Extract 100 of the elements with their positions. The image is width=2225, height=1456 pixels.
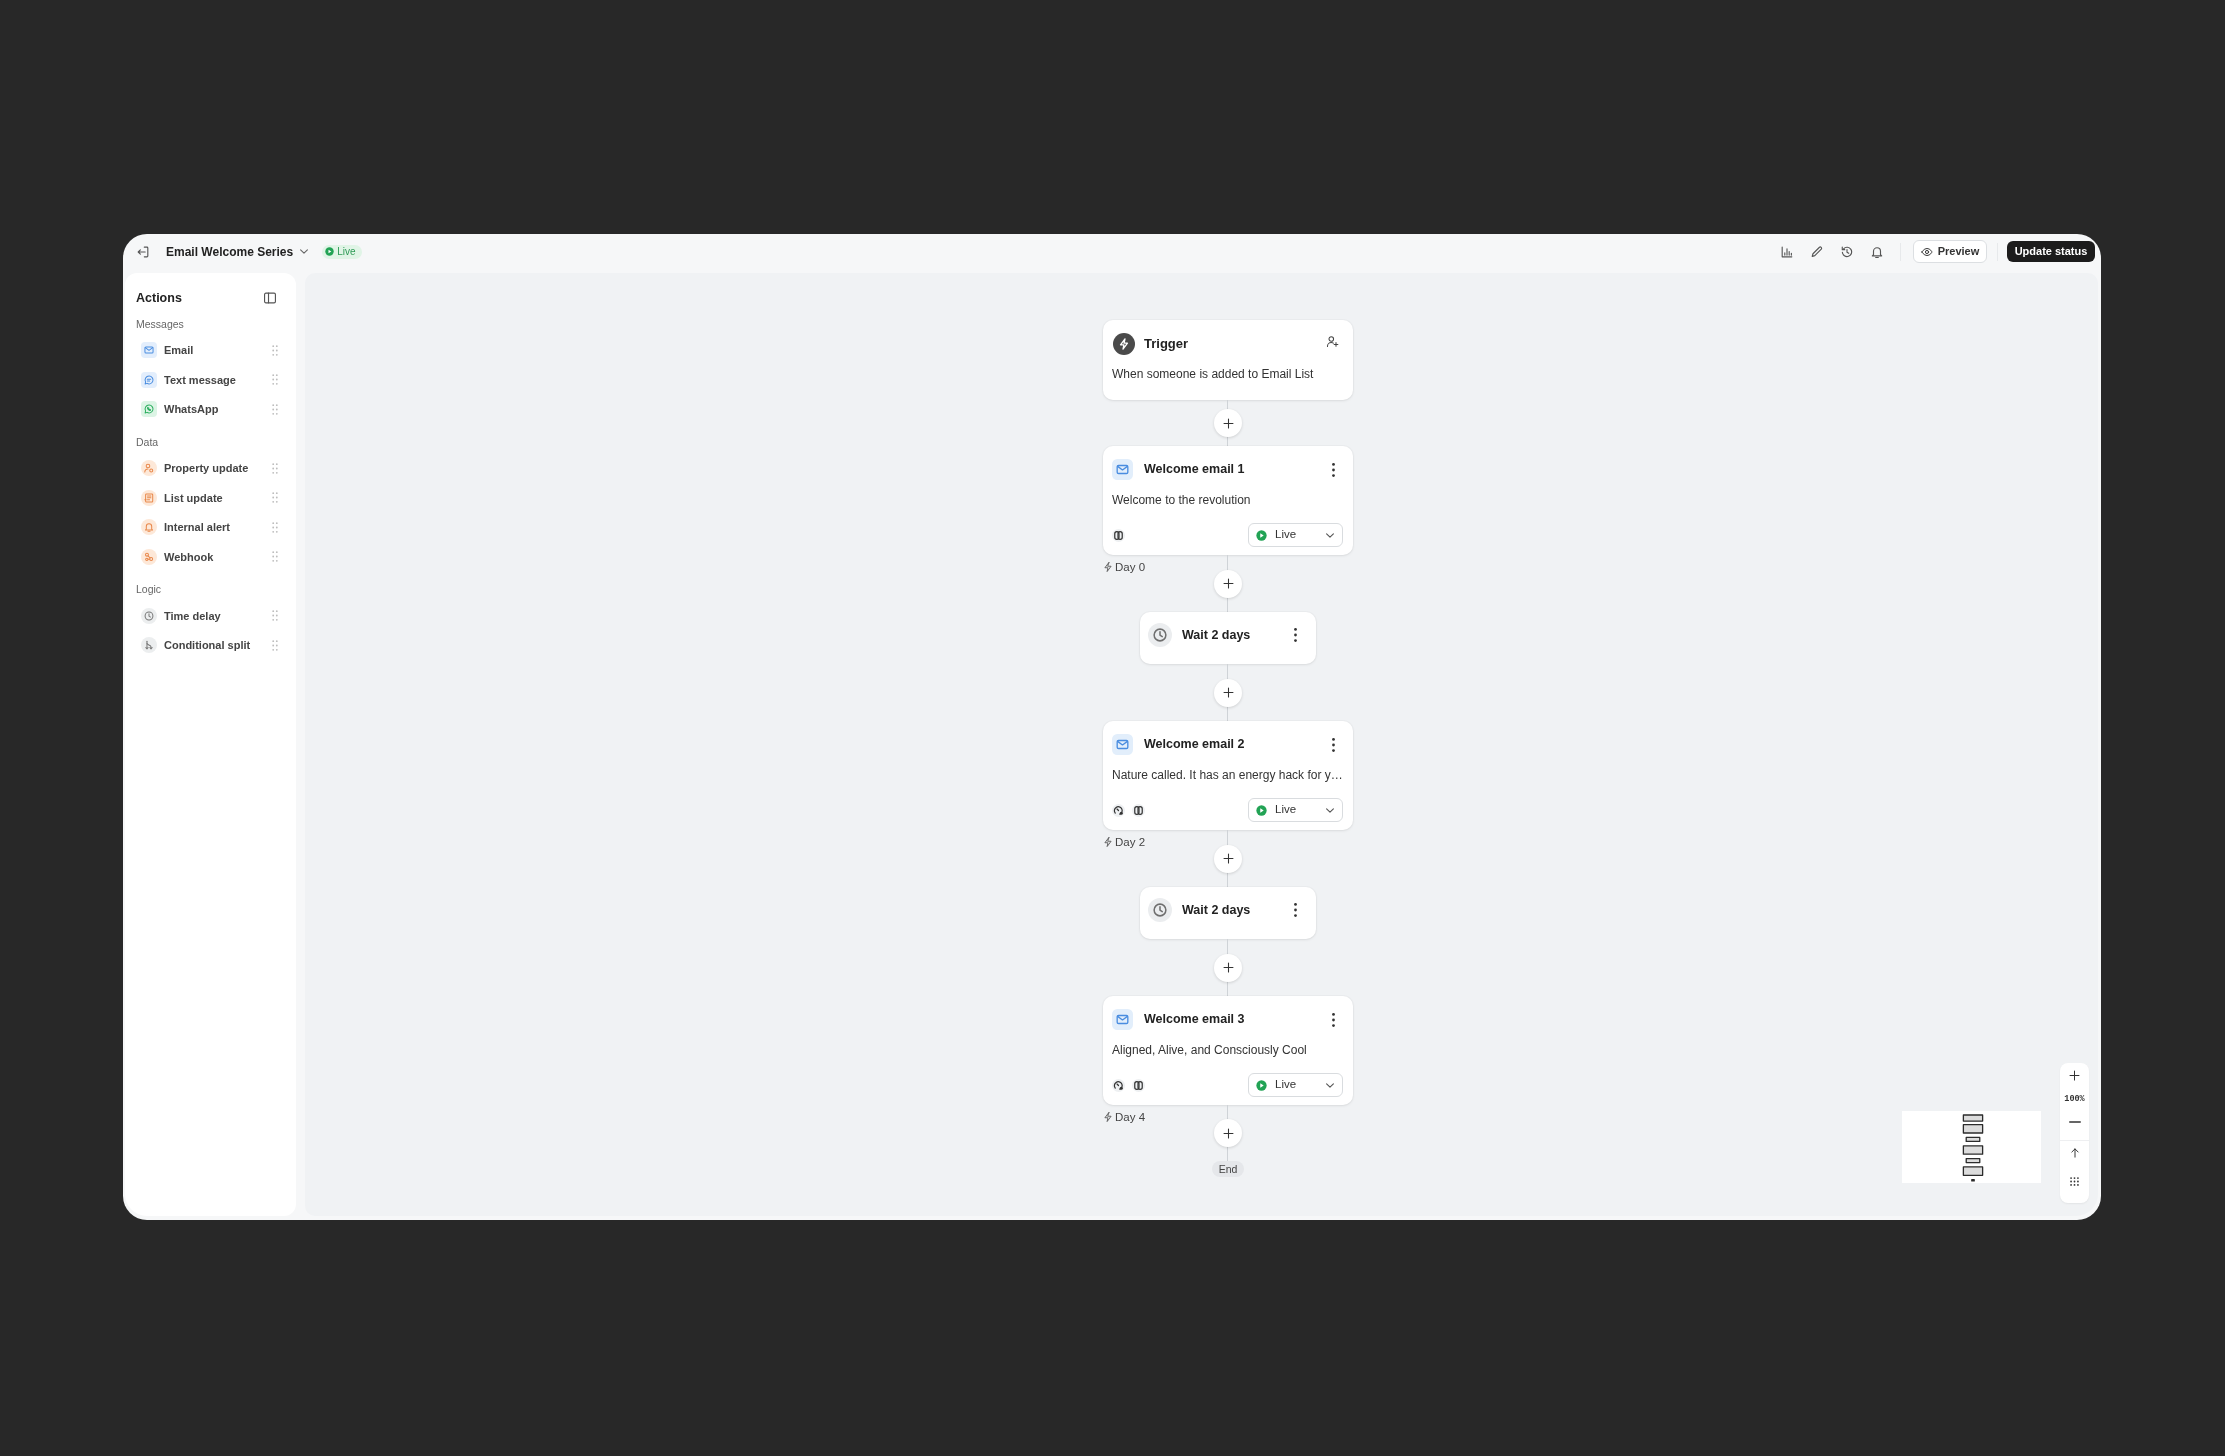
panel-title: Actions	[136, 289, 182, 307]
plus-icon	[2068, 1068, 2081, 1082]
list-icon	[141, 489, 157, 506]
play-circle-icon	[1256, 1079, 1267, 1091]
node-description: Welcome to the revolution	[1112, 492, 1252, 508]
bell-icon	[1870, 244, 1884, 259]
status-dropdown[interactable]: Live	[1248, 798, 1343, 822]
drag-handle-icon[interactable]	[272, 639, 278, 651]
eye-icon	[1920, 245, 1933, 258]
minus-icon	[2068, 1121, 2081, 1123]
action-label[interactable]: Property update	[164, 460, 249, 477]
update-status-button[interactable]: Update status	[2007, 241, 2095, 262]
action-label[interactable]: Webhook	[164, 548, 214, 565]
section-label: Data	[136, 434, 160, 449]
minimap[interactable]	[1902, 1111, 2041, 1183]
trigger-card[interactable]: Trigger When someone is added to Email List	[1103, 320, 1353, 400]
drag-handle-icon[interactable]	[272, 521, 278, 533]
mail-icon	[141, 342, 157, 359]
drag-handle-icon[interactable]	[272, 610, 278, 622]
gauge-icon	[1112, 803, 1125, 817]
kebab-icon	[1331, 462, 1335, 477]
node-description: Aligned, Alive, and Consciously Cool	[1112, 1042, 1308, 1058]
add-step-button[interactable]	[1214, 953, 1242, 982]
plus-icon	[1221, 577, 1235, 590]
lightning-icon	[1104, 562, 1112, 572]
add-step-button[interactable]	[1214, 569, 1242, 598]
plus-icon	[1221, 961, 1235, 974]
clock-icon	[1148, 623, 1172, 647]
title-dropdown[interactable]: Email Welcome Series	[166, 242, 309, 261]
drag-handle-icon[interactable]	[272, 403, 278, 415]
dot-grid-icon	[2069, 1175, 2080, 1187]
status-label: Live	[337, 244, 356, 259]
email-card[interactable]: Welcome email 3 Aligned, Alive, and Consciously Cool Live	[1103, 996, 1353, 1105]
preview-button[interactable]: Preview	[1913, 240, 1987, 263]
clock-icon	[1148, 898, 1172, 922]
add-step-button[interactable]	[1214, 409, 1242, 437]
action-label[interactable]: List update	[164, 489, 223, 506]
action-label[interactable]: Email	[164, 342, 194, 359]
play-circle-icon	[325, 247, 335, 256]
history-icon	[1840, 244, 1854, 259]
kebab-icon	[1331, 1012, 1335, 1027]
day-label: Day 0	[1115, 560, 1146, 574]
kebab-icon	[1293, 903, 1297, 917]
drag-handle-icon[interactable]	[272, 462, 278, 474]
add-step-button[interactable]	[1214, 678, 1242, 707]
drag-handle-icon[interactable]	[272, 374, 278, 386]
plus-icon	[1221, 852, 1235, 865]
action-label[interactable]: Conditional split	[164, 637, 251, 654]
double-ring-icon	[1132, 803, 1145, 817]
node-description: Nature called. It has an energy hack for y…	[1112, 767, 1343, 783]
chat-bubble-icon	[141, 371, 157, 388]
wait-card[interactable]: Wait 2 days	[1140, 887, 1316, 939]
action-label[interactable]: WhatsApp	[164, 401, 219, 418]
email-card[interactable]: Welcome email 2 Nature called. It has an energy hack for y… Live	[1103, 721, 1353, 830]
node-title: Welcome email 2	[1144, 736, 1245, 754]
phone-bubble-icon	[141, 401, 157, 418]
action-label[interactable]: Internal alert	[164, 519, 231, 536]
section-label: Logic	[136, 582, 163, 596]
chevron-down-icon	[1326, 532, 1334, 538]
node-title: Welcome email 3	[1144, 1011, 1245, 1029]
node-title: Trigger	[1144, 335, 1189, 354]
add-step-button[interactable]	[1214, 1119, 1242, 1147]
node-title: Wait 2 days	[1182, 626, 1251, 644]
plus-icon	[1221, 686, 1235, 699]
kebab-icon	[1293, 628, 1297, 642]
branch-icon	[141, 637, 157, 654]
chevron-down-icon	[1326, 807, 1334, 813]
status-dropdown[interactable]: Live	[1248, 1073, 1343, 1097]
email-card[interactable]: Welcome email 1 Welcome to the revolution Live	[1103, 446, 1353, 555]
lightning-icon	[1104, 1112, 1112, 1122]
clock-icon	[141, 607, 157, 624]
lightning-icon	[1113, 333, 1135, 355]
chevron-down-icon	[1326, 1082, 1334, 1088]
drag-handle-icon[interactable]	[272, 344, 278, 356]
wait-card[interactable]: Wait 2 days	[1140, 612, 1316, 664]
chevron-down-icon	[300, 249, 309, 254]
zoom-level: 100%	[2064, 1093, 2085, 1105]
section-label: Messages	[136, 316, 185, 331]
drag-handle-icon[interactable]	[272, 492, 278, 504]
mail-icon	[1112, 734, 1133, 755]
bar-chart-icon	[1780, 244, 1794, 259]
gauge-icon	[1112, 1078, 1125, 1092]
node-description: When someone is added to Email List	[1112, 366, 1315, 382]
day-label: Day 2	[1115, 835, 1146, 849]
user-icon	[141, 460, 157, 477]
arrow-up-icon	[2068, 1147, 2081, 1159]
day-label: Day 4	[1115, 1110, 1146, 1124]
node-title: Wait 2 days	[1182, 901, 1251, 919]
panel-icon	[263, 291, 277, 305]
drag-handle-icon[interactable]	[272, 551, 278, 563]
plus-icon	[1221, 1126, 1235, 1140]
action-label[interactable]: Time delay	[164, 607, 221, 624]
double-ring-icon	[1112, 528, 1125, 542]
status-dropdown[interactable]: Live	[1248, 523, 1343, 547]
kebab-icon	[1331, 737, 1335, 752]
exit-icon	[136, 244, 150, 259]
add-step-button[interactable]	[1214, 844, 1242, 873]
add-person-icon[interactable]	[1326, 335, 1339, 348]
action-label[interactable]: Text message	[164, 371, 236, 388]
mail-icon	[1112, 459, 1133, 480]
